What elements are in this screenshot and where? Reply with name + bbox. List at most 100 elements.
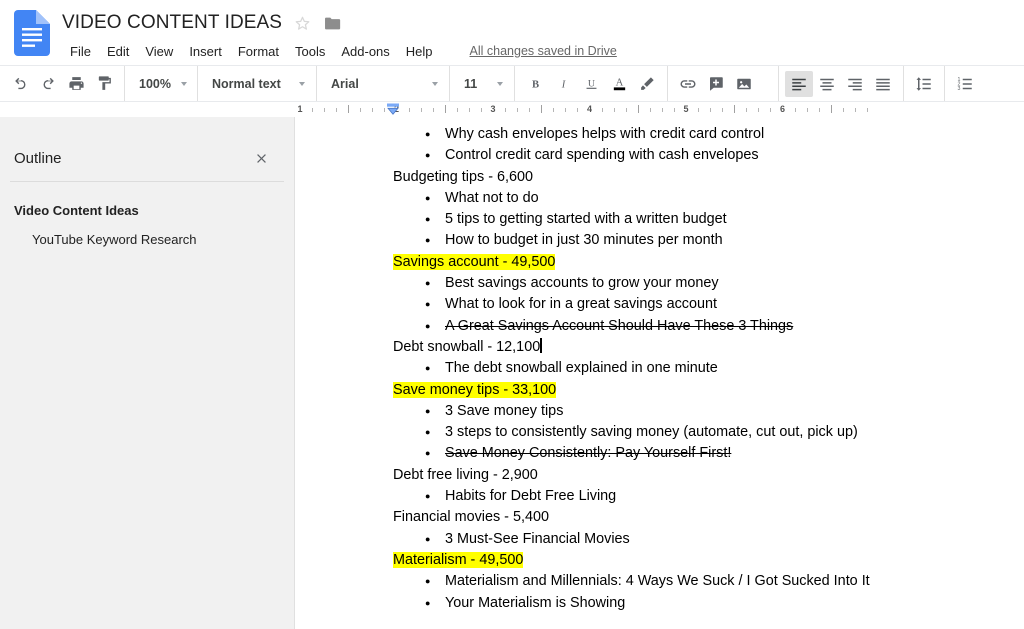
ruler-tick bbox=[698, 108, 700, 112]
ruler-tick bbox=[541, 105, 543, 113]
document-body[interactable]: Why cash envelopes helps with credit car… bbox=[295, 124, 1024, 614]
document-bullet-line[interactable]: Habits for Debt Free Living bbox=[393, 486, 1014, 508]
text-color-button[interactable]: A bbox=[605, 71, 633, 97]
align-center-icon[interactable] bbox=[813, 71, 841, 97]
history-group bbox=[6, 66, 118, 101]
line-text: Best savings accounts to grow your money bbox=[445, 275, 719, 292]
paint-format-icon[interactable] bbox=[90, 71, 118, 97]
menu-item-format[interactable]: Format bbox=[230, 40, 287, 63]
align-justify-icon[interactable] bbox=[869, 71, 897, 97]
document-bullet-line[interactable]: What to look for in a great savings acco… bbox=[393, 294, 1014, 316]
print-icon[interactable] bbox=[62, 71, 90, 97]
numbered-list-icon[interactable]: 123 bbox=[951, 71, 979, 97]
folder-icon[interactable] bbox=[322, 13, 342, 33]
document-heading-line[interactable]: Materialism - 49,500 bbox=[393, 550, 1014, 571]
line-spacing-icon[interactable] bbox=[910, 71, 938, 97]
document-heading-line[interactable]: Budgeting tips - 6,600 bbox=[393, 167, 1014, 188]
line-text: Debt free living - 2,900 bbox=[393, 466, 538, 483]
page-title[interactable]: VIDEO CONTENT IDEAS bbox=[62, 10, 282, 36]
menu-item-tools[interactable]: Tools bbox=[287, 40, 333, 63]
document-bullet-line[interactable]: What not to do bbox=[393, 188, 1014, 210]
add-comment-icon[interactable] bbox=[702, 71, 730, 97]
menu-item-file[interactable]: File bbox=[62, 40, 99, 63]
menu-item-view[interactable]: View bbox=[137, 40, 181, 63]
ruler-tick bbox=[408, 108, 410, 112]
redo-icon[interactable] bbox=[34, 71, 62, 97]
ruler-bar: 123456 bbox=[0, 101, 1024, 117]
document-line-struck[interactable]: Save Money Consistently: Pay Yourself Fi… bbox=[393, 443, 1014, 465]
zoom-dropdown[interactable]: 100% bbox=[131, 71, 191, 97]
document-scroll-area[interactable]: Why cash envelopes helps with credit car… bbox=[295, 117, 1024, 629]
ruler-tick bbox=[734, 105, 736, 113]
line-text: What to look for in a great savings acco… bbox=[445, 296, 717, 313]
bold-button[interactable]: B bbox=[521, 71, 549, 97]
document-bullet-line[interactable]: 5 tips to getting started with a written… bbox=[393, 209, 1014, 231]
ruler-tick bbox=[613, 108, 615, 112]
toolbar-separator bbox=[778, 65, 779, 102]
outline-item-video-content-ideas[interactable]: Video Content Ideas bbox=[0, 196, 294, 225]
toolbar-separator bbox=[514, 65, 515, 102]
line-text: Your Materialism is Showing bbox=[445, 594, 626, 611]
menu-item-help[interactable]: Help bbox=[398, 40, 441, 63]
svg-text:I: I bbox=[560, 79, 565, 90]
insert-image-icon[interactable] bbox=[730, 71, 758, 97]
link-icon[interactable] bbox=[674, 71, 702, 97]
document-bullet-line[interactable]: Materialism and Millennials: 4 Ways We S… bbox=[393, 571, 1014, 593]
line-text: Financial movies - 5,400 bbox=[393, 509, 549, 526]
menu-item-insert[interactable]: Insert bbox=[181, 40, 230, 63]
document-heading-line[interactable]: Financial movies - 5,400 bbox=[393, 507, 1014, 528]
font-size-dropdown[interactable]: 11 bbox=[456, 71, 508, 97]
document-heading-line[interactable]: Debt snowball - 12,100 bbox=[393, 337, 1014, 358]
line-text: 5 tips to getting started with a written… bbox=[445, 211, 727, 228]
text-format-group: B I U A bbox=[521, 66, 661, 101]
document-bullet-line[interactable]: Why cash envelopes helps with credit car… bbox=[393, 124, 1014, 146]
highlighted-line-text: Savings account - 49,500 bbox=[393, 253, 556, 270]
italic-button[interactable]: I bbox=[549, 71, 577, 97]
document-bullet-line[interactable]: 3 steps to consistently saving money (au… bbox=[393, 422, 1014, 444]
ruler-tick bbox=[842, 108, 844, 112]
ruler-number: 4 bbox=[586, 104, 593, 114]
document-line-struck[interactable]: A Great Savings Account Should Have Thes… bbox=[393, 316, 1014, 338]
ruler[interactable]: 123456 bbox=[295, 102, 1024, 117]
document-page[interactable]: Why cash envelopes helps with credit car… bbox=[295, 117, 1024, 629]
paragraph-style-dropdown[interactable]: Normal text bbox=[204, 71, 310, 97]
title-row: VIDEO CONTENT IDEAS bbox=[62, 10, 1024, 36]
align-left-icon[interactable] bbox=[785, 70, 813, 97]
paragraph-style-value: Normal text bbox=[212, 76, 281, 91]
document-bullet-line[interactable]: The debt snowball explained in one minut… bbox=[393, 358, 1014, 380]
save-status[interactable]: All changes saved in Drive bbox=[470, 44, 617, 58]
document-bullet-line[interactable]: 3 Must-See Financial Movies bbox=[393, 529, 1014, 551]
svg-text:U: U bbox=[587, 78, 594, 89]
line-text: Why cash envelopes helps with credit car… bbox=[445, 126, 765, 142]
ruler-tick bbox=[456, 108, 458, 112]
document-bullet-line[interactable]: 3 Save money tips bbox=[393, 401, 1014, 423]
google-docs-icon[interactable] bbox=[14, 10, 50, 56]
ruler-tick bbox=[710, 108, 712, 112]
close-icon[interactable] bbox=[250, 147, 272, 169]
ruler-tick bbox=[432, 108, 434, 112]
menu-item-add-ons[interactable]: Add-ons bbox=[333, 40, 397, 63]
line-text: 3 Must-See Financial Movies bbox=[445, 530, 630, 547]
document-heading-line[interactable]: Save money tips - 33,100 bbox=[393, 380, 1014, 401]
zoom-value: 100% bbox=[139, 76, 171, 91]
outline-item-youtube-keyword-research[interactable]: YouTube Keyword Research bbox=[0, 225, 294, 254]
menu-item-edit[interactable]: Edit bbox=[99, 40, 137, 63]
ruler-left-pad bbox=[0, 102, 295, 117]
underline-button[interactable]: U bbox=[577, 71, 605, 97]
document-bullet-line[interactable]: Best savings accounts to grow your money bbox=[393, 273, 1014, 295]
star-icon[interactable] bbox=[292, 13, 312, 33]
menu-bar: File Edit View Insert Format Tools Add-o… bbox=[62, 39, 1024, 63]
highlight-pen-icon[interactable] bbox=[633, 71, 661, 97]
indent-marker-icon[interactable] bbox=[386, 102, 400, 116]
align-right-icon[interactable] bbox=[841, 71, 869, 97]
text-cursor bbox=[540, 337, 542, 353]
undo-icon[interactable] bbox=[6, 71, 34, 97]
document-bullet-line[interactable]: How to budget in just 30 minutes per mon… bbox=[393, 230, 1014, 252]
document-bullet-line[interactable]: Control credit card spending with cash e… bbox=[393, 145, 1014, 167]
font-family-dropdown[interactable]: Arial bbox=[323, 71, 443, 97]
document-bullet-line[interactable]: Your Materialism is Showing bbox=[393, 593, 1014, 615]
document-heading-line[interactable]: Savings account - 49,500 bbox=[393, 252, 1014, 273]
ruler-number: 3 bbox=[490, 104, 496, 114]
document-heading-line[interactable]: Debt free living - 2,900 bbox=[393, 465, 1014, 486]
image-options-dropdown[interactable] bbox=[758, 71, 772, 97]
